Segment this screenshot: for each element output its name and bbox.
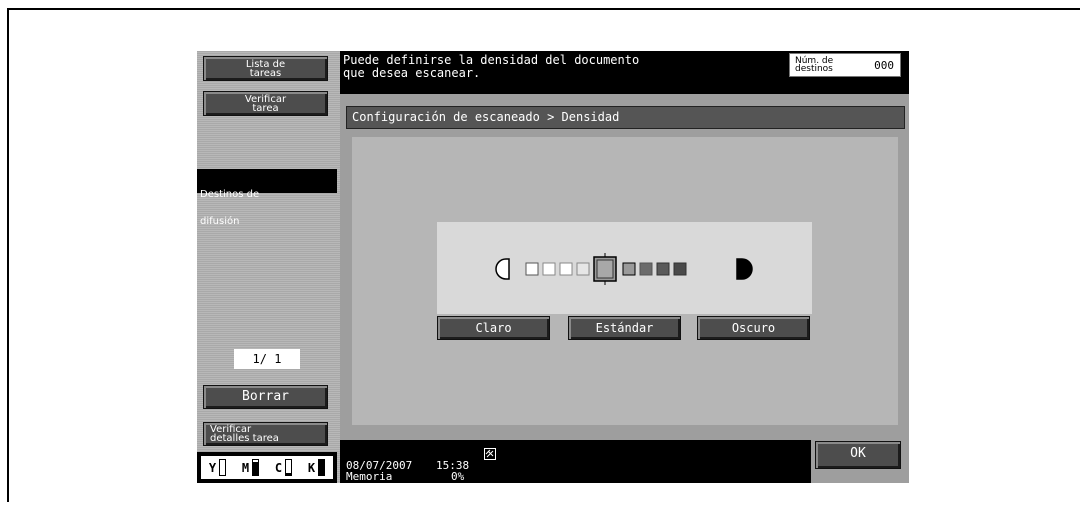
density-level-3 [559,262,573,276]
delete-button[interactable]: Borrar [203,385,328,409]
density-level-8 [656,262,670,276]
check-details-label-line2: detalles tarea [210,433,279,444]
density-level-4 [576,262,590,276]
toner-levels-inner: YMCK [201,456,333,479]
ok-area-corner [793,440,811,483]
toner-m: M [241,459,260,476]
check-job-button[interactable]: Verificar tarea [203,91,328,116]
density-level-7 [639,262,653,276]
dark-button[interactable]: Oscuro [697,316,810,340]
main-area: Configuración de escaneado > Densidad Cl… [340,94,909,440]
light-button[interactable]: Claro [437,316,550,340]
ok-area: OK [793,440,909,483]
broadcast-label-line1: Destinos de [200,189,260,200]
check-job-details-button[interactable]: Verificar detalles tarea [203,422,328,446]
destination-count-value: 000 [874,59,894,72]
standard-button[interactable]: Estándar [568,316,681,340]
job-list-button[interactable]: Lista de tareas [203,56,328,81]
message-bar: Puede definirse la densidad del document… [340,51,909,94]
destination-count-box: Núm. de destinos 000 [789,53,901,77]
toner-c: C [274,459,293,476]
density-level-selected-inner [596,259,614,279]
density-scale [495,253,753,285]
page-indicator: 1/ 1 [234,349,300,369]
density-level-6 [622,262,636,276]
breadcrumb: Configuración de escaneado > Densidad [346,106,905,129]
light-end-icon [495,258,510,280]
destination-count-label: Núm. de destinos [795,56,834,74]
density-scale-box [437,222,812,314]
toner-label: C [274,460,283,475]
control-panel-screen: Lista de tareas Verificar tarea Destinos… [197,51,909,483]
ok-button[interactable]: OK [815,441,901,469]
density-level-9 [673,262,687,276]
toner-levels: YMCK [197,452,337,483]
toner-level-bar [285,459,293,476]
memory-label: Memoria [346,470,393,483]
toner-y: Y [208,459,227,476]
scanner-status-icon [484,448,496,460]
left-panel: Lista de tareas Verificar tarea Destinos… [197,51,340,483]
broadcast-label-line2: difusión [200,216,240,227]
status-bar: 08/07/2007 15:38 Memoria 0% [340,440,793,483]
toner-label: K [307,460,316,475]
check-job-label-line2: tarea [252,102,279,114]
toner-level-bar [252,459,260,476]
toner-level-bar [318,459,326,476]
dark-end-icon [736,258,753,280]
memory-value: 0% [451,470,465,483]
density-level-2 [542,262,556,276]
toner-k: K [307,459,326,476]
instruction-message: Puede definirse la densidad del document… [343,53,640,80]
density-level-1 [525,262,539,276]
toner-label: M [241,460,250,475]
broadcast-destinations-label: Destinos de difusión [197,169,337,227]
job-list-label-line2: tareas [249,67,282,79]
page-frame-top [7,8,1080,10]
page-frame-left [7,8,9,502]
toner-level-bar [219,459,227,476]
toner-label: Y [208,460,217,475]
